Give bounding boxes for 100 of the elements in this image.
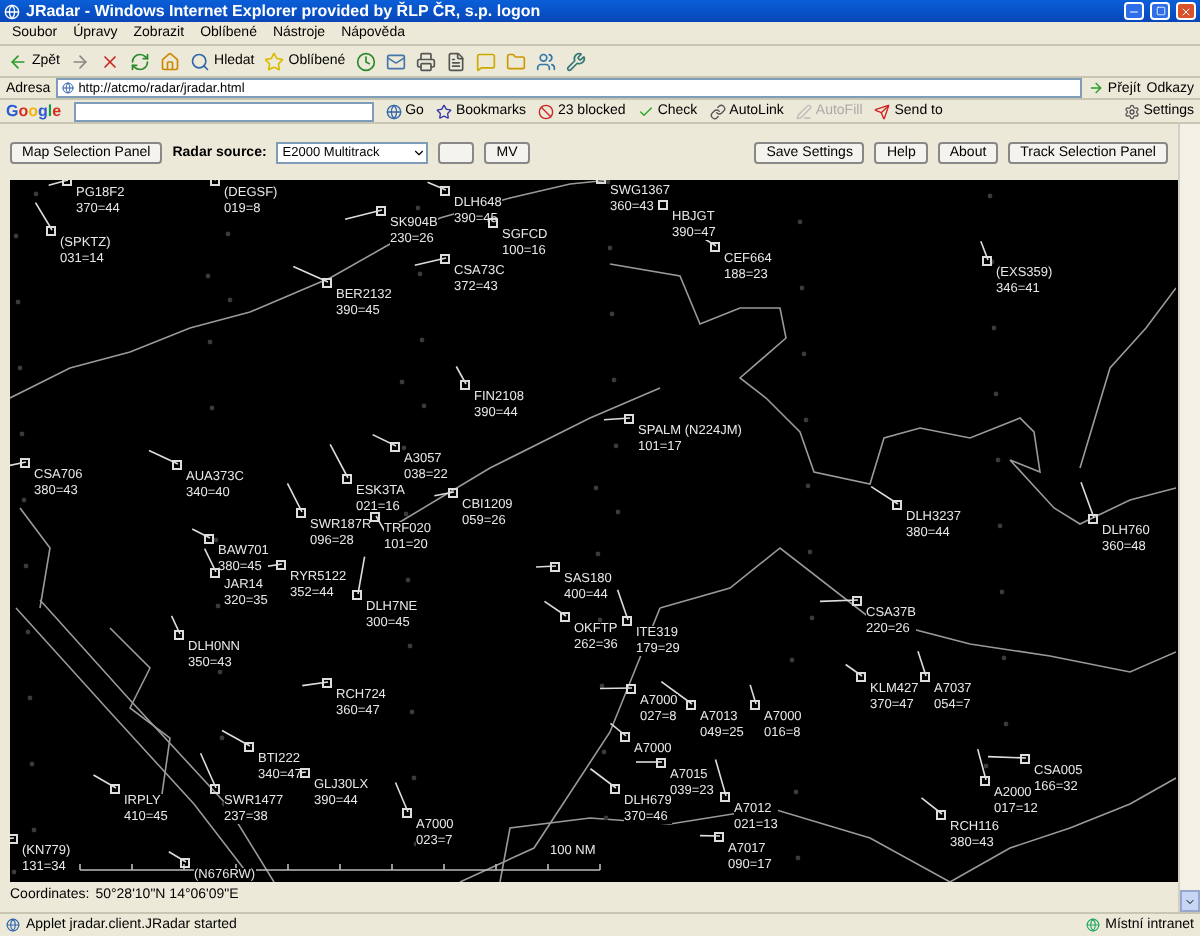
go-icon [385,103,402,119]
search-field[interactable] [73,101,374,121]
waypoint-dot [1003,721,1009,727]
waypoint-dot [995,457,1001,463]
target-square-icon[interactable] [1088,514,1098,524]
target-square-icon[interactable] [448,488,458,498]
target-square-icon[interactable] [342,474,352,484]
target-square-icon[interactable] [20,458,30,468]
waypoint-dot [23,563,29,569]
waypoint-dot [419,337,425,343]
target-square-icon[interactable] [180,858,190,868]
stop-button[interactable] [100,51,121,71]
target-square-icon[interactable] [626,684,636,694]
target-square-icon[interactable] [210,784,220,794]
forward-button[interactable] [70,51,91,71]
target-square-icon[interactable] [370,512,380,522]
target-square-icon[interactable] [856,672,866,682]
target-square-icon[interactable] [440,254,450,264]
waypoint-dot [417,271,423,277]
tool-icon [565,51,586,71]
target-square-icon[interactable] [1020,754,1030,764]
scrollbar[interactable] [1178,124,1200,912]
app-icon [4,3,20,19]
target-square-icon[interactable] [322,278,332,288]
target-square-icon[interactable] [658,200,668,210]
waypoint-dot [21,497,27,503]
target-square-icon[interactable] [980,776,990,786]
target-square-icon[interactable] [656,758,666,768]
target-square-icon[interactable] [920,672,930,682]
waypoint-dot [805,483,811,489]
target-square-icon[interactable] [720,792,730,802]
waypoint-dot [407,643,413,649]
waypoint-dot [19,431,25,437]
target-square-icon[interactable] [390,442,400,452]
target-square-icon[interactable] [10,834,18,844]
target-square-icon[interactable] [210,568,220,578]
target-square-icon[interactable] [550,562,560,572]
waypoint-dot [999,589,1005,595]
minimize-button[interactable] [1124,2,1144,20]
target-square-icon[interactable] [624,414,634,424]
target-square-icon[interactable] [110,784,120,794]
waypoint-dot [595,551,601,557]
messenger-button[interactable] [535,51,556,71]
target-square-icon[interactable] [296,508,306,518]
waypoint-dot [207,339,213,345]
folder-icon [505,51,526,71]
target-square-icon[interactable] [460,380,470,390]
close-button[interactable] [1176,2,1196,20]
target-square-icon[interactable] [440,186,450,196]
back-icon [8,51,28,71]
refresh-button[interactable] [130,51,151,71]
waypoint-dot [225,231,231,237]
waypoint-dot [803,417,809,423]
target-square-icon[interactable] [376,206,386,216]
target-square-icon[interactable] [204,534,214,544]
globe-icon [62,82,75,94]
waypoint-dot [797,219,803,225]
waypoint-dot [795,855,801,861]
mail-button[interactable] [385,51,406,71]
edit-button[interactable] [445,51,466,71]
target-square-icon[interactable] [686,700,696,710]
target-square-icon[interactable] [174,630,184,640]
waypoint-dot [793,789,799,795]
waypoint-dot [987,193,993,199]
blank-button[interactable] [438,141,475,163]
target-square-icon[interactable] [244,742,254,752]
target-square-icon[interactable] [276,560,286,570]
applet-icon [6,918,20,932]
target-square-icon[interactable] [610,784,620,794]
waypoint-dot [215,603,221,609]
blocked-icon [537,103,554,119]
target-square-icon[interactable] [750,700,760,710]
scroll-down-button[interactable] [1180,890,1200,912]
sendto-icon [874,103,891,119]
target-square-icon[interactable] [852,596,862,606]
target-square-icon[interactable] [892,500,902,510]
waypoint-dot [789,657,795,663]
target-square-icon[interactable] [714,832,724,842]
target-square-icon[interactable] [620,732,630,742]
waypoint-dot [11,869,17,875]
target-square-icon[interactable] [300,768,310,778]
waypoint-dot [213,537,219,543]
target-square-icon[interactable] [622,616,632,626]
waypoint-dot [613,443,619,449]
target-square-icon[interactable] [352,590,362,600]
check-icon [637,103,654,119]
tool-button[interactable] [565,51,586,71]
history-button[interactable] [355,51,376,71]
target-square-icon[interactable] [322,678,332,688]
target-square-icon[interactable] [936,810,946,820]
print-button[interactable] [415,51,436,71]
target-square-icon[interactable] [982,256,992,266]
search-icon [190,51,211,71]
target-square-icon[interactable] [46,226,56,236]
target-square-icon[interactable] [710,242,720,252]
target-square-icon[interactable] [172,460,182,470]
target-square-icon[interactable] [402,808,412,818]
home-icon [160,51,181,71]
target-square-icon[interactable] [560,612,570,622]
maximize-button[interactable] [1150,2,1170,20]
